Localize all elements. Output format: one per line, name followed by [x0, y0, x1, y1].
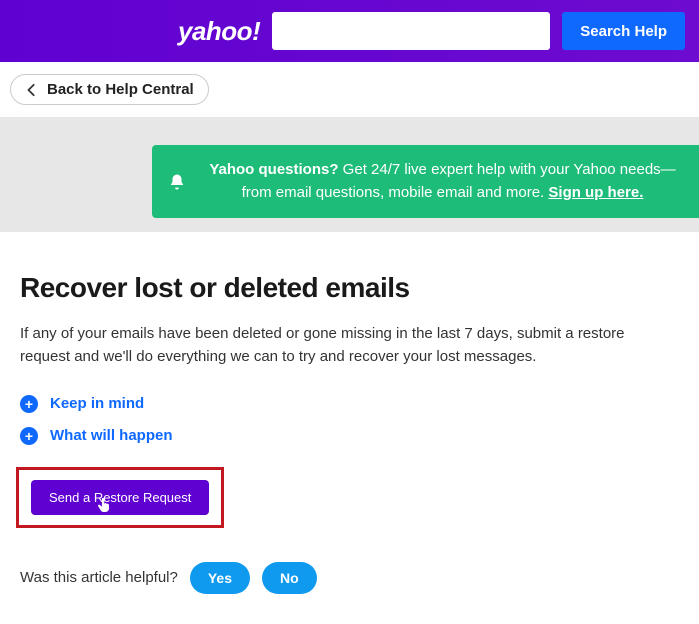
search-help-button[interactable]: Search Help — [562, 12, 685, 50]
restore-button-label: Send a Restore Request — [49, 490, 191, 505]
expander-label: What will happen — [50, 427, 173, 444]
back-bar: Back to Help Central — [0, 62, 699, 117]
top-header: yahoo! Search Help — [0, 0, 699, 62]
article-intro: If any of your emails have been deleted … — [20, 322, 670, 369]
feedback-yes-button[interactable]: Yes — [190, 562, 250, 594]
send-restore-request-button[interactable]: Send a Restore Request — [31, 480, 209, 515]
banner-wrap: Yahoo questions? Get 24/7 live expert he… — [0, 117, 699, 218]
banner-text: Yahoo questions? Get 24/7 live expert he… — [209, 161, 675, 201]
arrow-left-icon — [25, 83, 39, 97]
back-button-label: Back to Help Central — [47, 81, 194, 98]
plus-circle-icon: + — [20, 395, 38, 413]
bell-icon — [168, 173, 186, 191]
highlight-box: Send a Restore Request — [16, 467, 224, 528]
promo-banner: Yahoo questions? Get 24/7 live expert he… — [152, 145, 699, 218]
expander-what-will-happen[interactable]: + What will happen — [20, 427, 679, 445]
page-title: Recover lost or deleted emails — [20, 272, 679, 304]
back-to-help-central-button[interactable]: Back to Help Central — [10, 74, 209, 105]
expander-label: Keep in mind — [50, 395, 144, 412]
signup-link[interactable]: Sign up here. — [548, 184, 643, 201]
expander-keep-in-mind[interactable]: + Keep in mind — [20, 395, 679, 413]
yahoo-logo: yahoo! — [178, 16, 260, 47]
search-input[interactable] — [272, 12, 550, 50]
banner-strong: Yahoo questions? — [209, 161, 338, 178]
plus-circle-icon: + — [20, 427, 38, 445]
article-content: Recover lost or deleted emails If any of… — [0, 232, 699, 624]
feedback-question: Was this article helpful? — [20, 569, 178, 586]
feedback-no-button[interactable]: No — [262, 562, 317, 594]
feedback-row: Was this article helpful? Yes No — [20, 562, 679, 594]
cursor-hand-icon — [97, 498, 110, 514]
